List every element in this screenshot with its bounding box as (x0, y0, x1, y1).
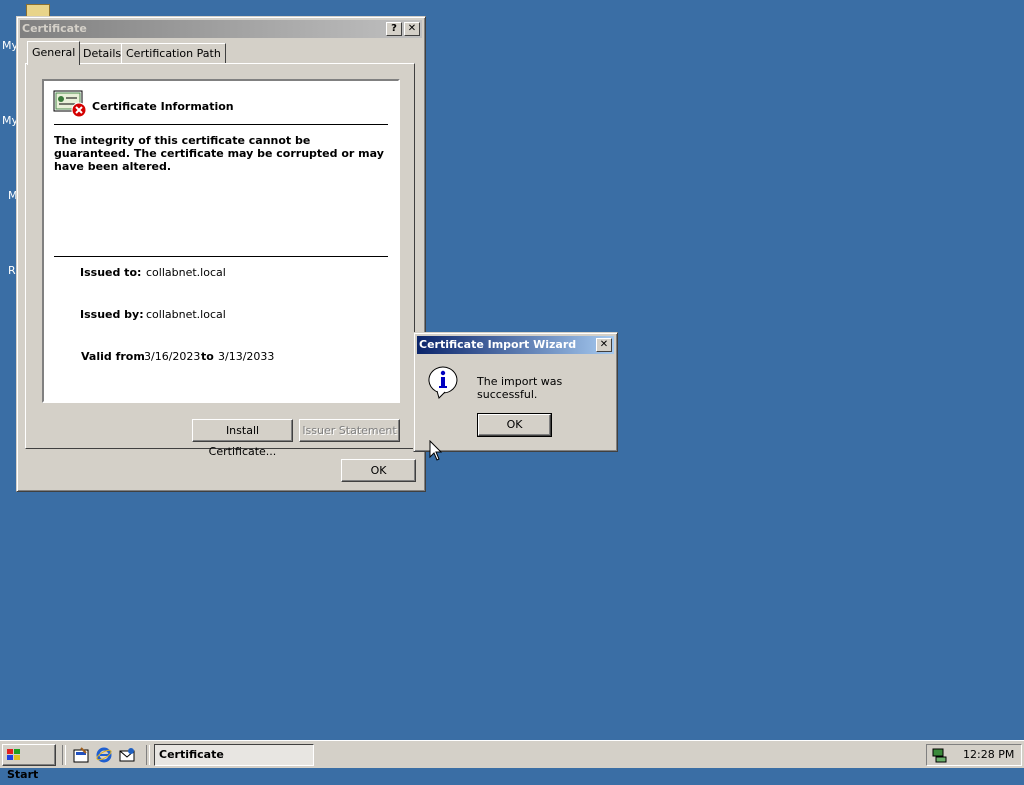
issued-by-label: Issued by: (80, 308, 144, 321)
taskbar-separator (62, 745, 66, 765)
divider (54, 256, 388, 257)
desktop-icon-label[interactable]: R (8, 264, 16, 277)
taskbar-separator (146, 745, 150, 765)
start-button[interactable]: Start (2, 744, 56, 781)
close-button[interactable]: ✕ (596, 338, 612, 352)
certificate-error-icon (53, 90, 87, 118)
certificate-window: Certificate ? ✕ General Details Certific… (16, 16, 426, 492)
issuer-statement-button[interactable]: Issuer Statement (299, 419, 400, 442)
issued-to-value: collabnet.local (146, 266, 226, 279)
wizard-titlebar[interactable]: Certificate Import Wizard ✕ (417, 336, 614, 354)
wizard-ok-button[interactable]: OK (477, 413, 552, 437)
clock[interactable]: 12:28 PM (963, 748, 1014, 761)
information-icon (428, 366, 458, 399)
show-desktop-icon[interactable] (73, 747, 90, 764)
outlook-express-icon[interactable] (119, 747, 136, 764)
start-label: Start (7, 768, 39, 781)
valid-from-value: 3/16/2023 (144, 350, 201, 363)
general-tab-panel: Certificate Information The integrity of… (25, 63, 415, 458)
taskbar: Start Certificate 12:28 PM (0, 740, 1024, 781)
help-button[interactable]: ? (386, 22, 402, 36)
tab-certification-path[interactable]: Certification Path (121, 43, 226, 63)
dialog-title: Certificate Import Wizard (419, 338, 577, 351)
tab-general[interactable]: General (27, 41, 81, 65)
network-tray-icon[interactable] (931, 747, 947, 763)
valid-to-label: to (201, 350, 214, 363)
valid-from-label: Valid from (81, 350, 145, 363)
mouse-cursor-icon (429, 440, 443, 461)
issued-to-label: Issued to: (80, 266, 142, 279)
internet-explorer-icon[interactable] (96, 747, 113, 764)
divider (54, 124, 388, 125)
certificate-titlebar[interactable]: Certificate ? ✕ (20, 20, 422, 38)
certificate-info-heading: Certificate Information (92, 100, 234, 113)
windows-logo-icon (7, 749, 20, 760)
tab-details[interactable]: Details (78, 43, 127, 63)
import-success-message: The import was successful. (477, 375, 563, 401)
certificate-info-box: Certificate Information The integrity of… (42, 79, 400, 403)
taskbar-task-certificate[interactable]: Certificate (154, 744, 314, 766)
import-wizard-dialog: Certificate Import Wizard ✕ The import w… (413, 332, 618, 452)
certificate-ok-button[interactable]: OK (341, 459, 416, 482)
close-button[interactable]: ✕ (404, 22, 420, 36)
install-certificate-button[interactable]: Install Certificate... (192, 419, 293, 458)
system-tray: 12:28 PM (926, 744, 1022, 766)
window-title: Certificate (22, 22, 87, 35)
issued-by-value: collabnet.local (146, 308, 226, 321)
integrity-warning-text: The integrity of this certificate cannot… (54, 134, 384, 173)
valid-to-value: 3/13/2033 (218, 350, 275, 363)
